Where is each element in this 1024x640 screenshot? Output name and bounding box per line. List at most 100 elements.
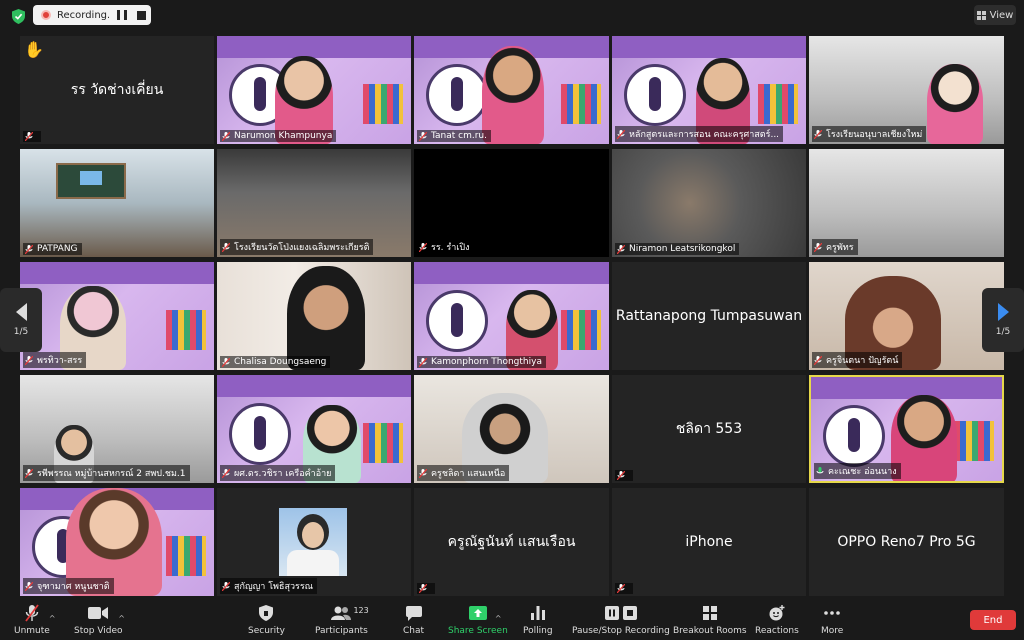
security-label: Security — [248, 626, 285, 636]
recording-dot-icon — [41, 10, 51, 20]
participant-name-label: ครูชลิดา แสนเหนือ — [417, 465, 510, 481]
shield-icon — [259, 605, 274, 621]
video-tile[interactable]: iPhone — [612, 488, 806, 596]
participant-name: Narumon Khampunya — [234, 131, 333, 141]
view-button[interactable]: View — [974, 5, 1016, 25]
breakout-rooms-button[interactable]: Breakout Rooms — [673, 604, 747, 636]
participant-name: โรงเรียนวัดโป่งแยงเฉลิมพระเกียรติ — [234, 243, 370, 253]
participant-display-name: ครูณัฐนันท์ แสนเรือน — [447, 534, 576, 550]
participants-label: Participants — [315, 626, 368, 636]
books-graphic — [166, 536, 206, 576]
polling-label: Polling — [523, 626, 553, 636]
participant-name-label: รพีพรรณ หมู่บ้านสหกรณ์ 2 สพป.ชม.1 — [23, 465, 190, 481]
page-indicator-right: 1/5 — [995, 327, 1011, 337]
video-tile[interactable]: ครูจินตนา ปัญรัตน์ — [809, 262, 1004, 370]
chevron-up-icon[interactable]: ^ — [118, 614, 125, 623]
video-tile[interactable]: Rattanapong Tumpasuwan — [612, 262, 806, 370]
participant-name-label: Chalisa Doungsaeng — [220, 356, 331, 368]
video-tile[interactable]: Chalisa Doungsaeng — [217, 262, 411, 370]
mic-muted-icon — [222, 357, 230, 367]
video-tile[interactable]: โรงเรียนวัดโป่งแยงเฉลิมพระเกียรติ — [217, 149, 411, 257]
video-tile[interactable]: รร. รำเปิง — [414, 149, 609, 257]
banner-stripe — [217, 375, 411, 397]
security-button[interactable]: Security — [248, 604, 285, 636]
share-screen-button[interactable]: ^ Share Screen — [448, 604, 508, 636]
banner-stripe — [217, 36, 411, 58]
raised-hand-icon: ✋ — [24, 40, 44, 59]
participant-name-label: จุฑามาศ หนูนชาติ — [23, 578, 114, 594]
participant-video — [287, 266, 365, 370]
mic-muted-icon — [25, 244, 33, 254]
end-meeting-button[interactable]: End — [970, 610, 1016, 630]
video-tile[interactable]: ครูชลิดา แสนเหนือ — [414, 375, 609, 483]
video-tile[interactable]: Narumon Khampunya — [217, 36, 411, 144]
chevron-up-icon[interactable]: ^ — [495, 614, 502, 623]
banner-stripe — [612, 36, 806, 58]
video-tile[interactable]: สุกัญญา โพธิสุวรรณ — [217, 488, 411, 596]
video-tile[interactable]: โรงเรียนอนุบาลเชียงใหม่ — [809, 36, 1004, 144]
mic-muted-icon — [617, 471, 625, 480]
polling-button[interactable]: Polling — [523, 604, 553, 636]
video-tile[interactable]: ผศ.ดร.วชิรา เครือคำอ้าย — [217, 375, 411, 483]
stop-icon — [622, 606, 637, 620]
stop-video-label: Stop Video — [74, 626, 123, 636]
previous-page-button[interactable]: 1/5 — [0, 288, 42, 352]
video-tile-active-speaker[interactable]: คะเณชะ อ่อนนาง — [809, 375, 1004, 483]
participant-name-label: รร. รำเปิง — [417, 239, 474, 255]
pause-stop-recording-button[interactable]: Pause/Stop Recording — [572, 604, 670, 636]
share-screen-label: Share Screen — [448, 626, 508, 636]
participant-profile-photo — [279, 508, 347, 576]
mic-icon — [816, 466, 824, 473]
mic-muted-icon — [814, 242, 822, 252]
participant-display-name: Rattanapong Tumpasuwan — [615, 308, 803, 324]
participant-name: ครูจินตนา ปัญรัตน์ — [826, 356, 899, 366]
participant-name-label: ครูจินตนา ปัญรัตน์ — [812, 352, 903, 368]
view-label: View — [989, 9, 1014, 21]
stop-video-button[interactable]: ^ Stop Video — [74, 604, 125, 636]
more-button[interactable]: More — [821, 604, 843, 636]
participant-display-name: iPhone — [685, 534, 733, 550]
pause-recording-icon[interactable] — [117, 10, 127, 20]
pause-stop-recording-label: Pause/Stop Recording — [572, 626, 670, 636]
participant-name-label — [23, 131, 41, 142]
video-tile[interactable]: หลักสูตรและการสอน คณะครุศาสตร์... — [612, 36, 806, 144]
stop-recording-icon[interactable] — [137, 10, 146, 20]
participant-name-label — [417, 583, 435, 594]
video-tile[interactable]: Tanat cm.ru. — [414, 36, 609, 144]
mic-muted-icon — [222, 468, 230, 478]
participants-button[interactable]: 123 Participants — [315, 604, 369, 636]
participant-video — [482, 46, 544, 144]
banner-stripe — [811, 377, 1002, 399]
video-tile[interactable]: OPPO Reno7 Pro 5G — [809, 488, 1004, 596]
mic-muted-icon — [25, 581, 33, 591]
video-tile[interactable]: ✋ รร วัดช่างเคี่ยน — [20, 36, 214, 144]
chevron-up-icon[interactable]: ^ — [49, 614, 56, 623]
participant-name: ครูชลิดา แสนเหนือ — [431, 469, 506, 479]
next-page-button[interactable]: 1/5 — [982, 288, 1024, 352]
security-shield-icon[interactable] — [12, 9, 25, 24]
university-seal-icon — [229, 403, 291, 465]
participant-display-name: OPPO Reno7 Pro 5G — [837, 534, 976, 550]
mic-muted-icon — [419, 357, 427, 367]
video-tile[interactable]: ครูณัฐนันท์ แสนเรือน — [414, 488, 609, 596]
chat-button[interactable]: Chat — [403, 604, 424, 636]
video-tile[interactable]: Niramon Leatsrikongkol — [612, 149, 806, 257]
poll-chart-icon — [530, 606, 545, 620]
video-tile[interactable]: ครูพัทร — [809, 149, 1004, 257]
video-tile[interactable]: จุฑามาศ หนูนชาติ — [20, 488, 214, 596]
mic-muted-icon — [617, 244, 625, 254]
participant-video — [927, 64, 983, 144]
video-tile[interactable]: รพีพรรณ หมู่บ้านสหกรณ์ 2 สพป.ชม.1 — [20, 375, 214, 483]
video-tile[interactable]: Kamonphorn Thongthiya — [414, 262, 609, 370]
pause-icon — [604, 606, 619, 620]
mic-muted-icon — [617, 129, 625, 139]
zoom-meeting-window: Recording... View ✋ รร วัดช่างเคี่ยน Nar… — [0, 0, 1024, 640]
video-tile[interactable]: พรทิวา-สรร — [20, 262, 214, 370]
video-tile[interactable]: ชลิดา 553 — [612, 375, 806, 483]
breakout-rooms-icon — [702, 606, 717, 620]
participant-video — [891, 395, 957, 481]
unmute-button[interactable]: ^ Unmute — [14, 604, 56, 636]
reactions-button[interactable]: Reactions — [755, 604, 799, 636]
grid-view-icon — [976, 10, 986, 20]
video-tile[interactable]: PATPANG — [20, 149, 214, 257]
